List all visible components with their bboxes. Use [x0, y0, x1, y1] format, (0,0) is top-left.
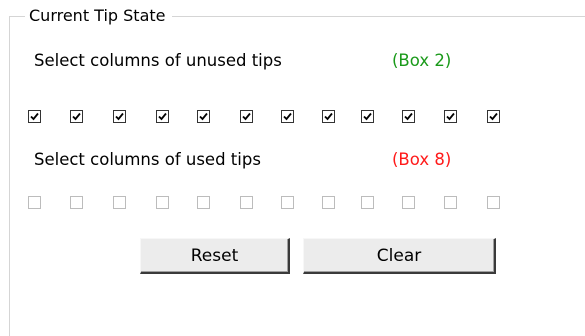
used-column-11-checkbox	[444, 196, 457, 209]
unused-column-9-checkbox[interactable]	[361, 110, 374, 123]
used-column-10-checkbox	[402, 196, 415, 209]
checkmark-icon	[72, 112, 81, 121]
unused-column-1-checkbox[interactable]	[28, 110, 41, 123]
reset-button[interactable]: Reset	[140, 238, 290, 274]
used-column-12-checkbox	[487, 196, 500, 209]
checkmark-icon	[158, 112, 167, 121]
checkmark-icon	[404, 112, 413, 121]
used-tips-label: Select columns of used tips	[34, 150, 261, 169]
unused-column-7-checkbox[interactable]	[281, 110, 294, 123]
used-column-7-checkbox	[281, 196, 294, 209]
unused-column-8-checkbox[interactable]	[322, 110, 335, 123]
used-column-3-checkbox	[113, 196, 126, 209]
checkmark-icon	[199, 112, 208, 121]
checkmark-icon	[363, 112, 372, 121]
used-column-9-checkbox	[361, 196, 374, 209]
used-column-6-checkbox	[240, 196, 253, 209]
checkmark-icon	[489, 112, 498, 121]
unused-column-2-checkbox[interactable]	[70, 110, 83, 123]
checkmark-icon	[115, 112, 124, 121]
used-column-8-checkbox	[322, 196, 335, 209]
unused-column-11-checkbox[interactable]	[444, 110, 457, 123]
unused-column-10-checkbox[interactable]	[402, 110, 415, 123]
clear-button[interactable]: Clear	[303, 238, 496, 274]
used-column-5-checkbox	[197, 196, 210, 209]
unused-column-3-checkbox[interactable]	[113, 110, 126, 123]
unused-column-12-checkbox[interactable]	[487, 110, 500, 123]
checkmark-icon	[283, 112, 292, 121]
used-column-2-checkbox	[70, 196, 83, 209]
group-title: Current Tip State	[25, 5, 172, 27]
checkmark-icon	[30, 112, 39, 121]
used-column-1-checkbox	[28, 196, 41, 209]
unused-column-4-checkbox[interactable]	[156, 110, 169, 123]
unused-column-5-checkbox[interactable]	[197, 110, 210, 123]
checkmark-icon	[324, 112, 333, 121]
checkmark-icon	[242, 112, 251, 121]
checkmark-icon	[446, 112, 455, 121]
used-box-tag: (Box 8)	[392, 150, 452, 169]
unused-column-6-checkbox[interactable]	[240, 110, 253, 123]
used-column-4-checkbox	[156, 196, 169, 209]
unused-tips-label: Select columns of unused tips	[34, 51, 282, 70]
unused-box-tag: (Box 2)	[392, 51, 452, 70]
